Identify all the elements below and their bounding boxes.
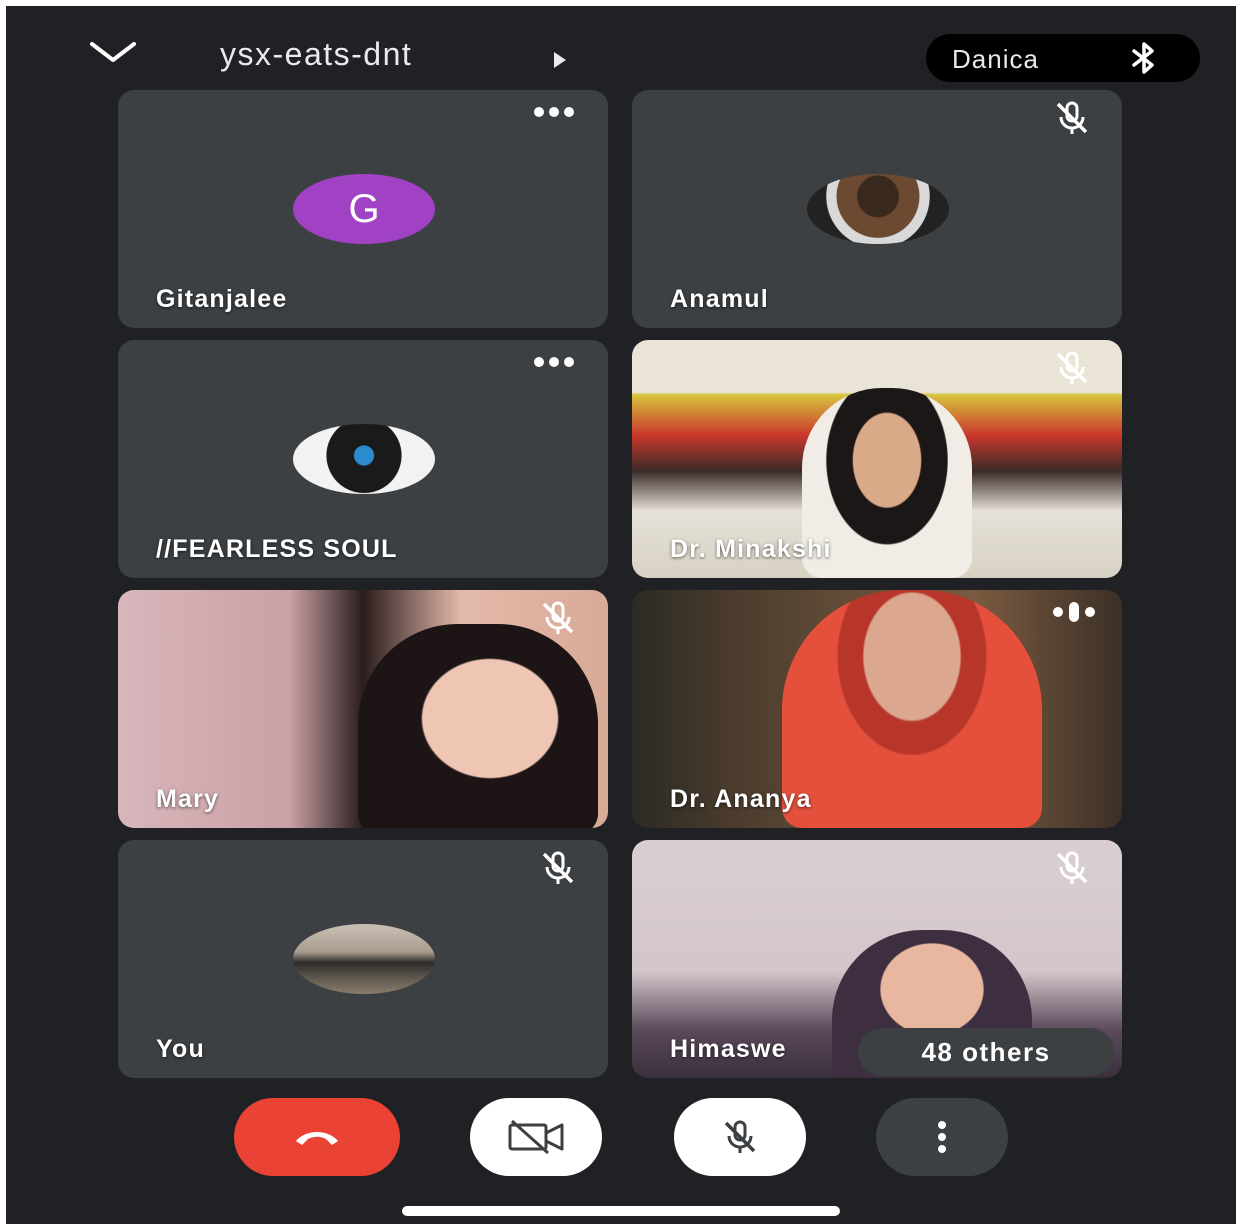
top-bar: ysx-eats-dnt Danica [6, 6, 1236, 90]
participant-name: Anamul [670, 285, 769, 313]
more-options-icon[interactable] [534, 354, 584, 370]
participant-tile-dr-ananya[interactable]: Dr. Ananya [632, 590, 1122, 828]
mic-off-icon [724, 1120, 756, 1153]
participant-name: Dr. Minakshi [670, 535, 832, 563]
meet-call-screen: ysx-eats-dnt Danica G Gitanjalee Anamul … [6, 6, 1236, 1224]
participant-name: Mary [156, 785, 220, 813]
avatar: G [293, 174, 435, 244]
avatar [293, 424, 435, 494]
mic-off-icon [1056, 351, 1088, 384]
more-options-icon[interactable] [534, 104, 584, 120]
mic-off-icon [542, 851, 574, 884]
mic-off-icon [1056, 101, 1088, 134]
participant-video [782, 590, 1042, 828]
participant-name: You [156, 1035, 205, 1063]
participant-tile-fearless-soul[interactable]: //FEARLESS SOUL [118, 340, 608, 578]
chevron-down-icon[interactable] [86, 34, 140, 70]
more-options-button[interactable] [876, 1098, 1008, 1176]
participant-name: //FEARLESS SOUL [156, 535, 398, 563]
participant-tile-dr-minakshi[interactable]: Dr. Minakshi [632, 340, 1122, 578]
participant-name: Dr. Ananya [670, 785, 812, 813]
more-vertical-icon [938, 1121, 946, 1153]
bluetooth-icon [1132, 42, 1154, 74]
participant-tile-you[interactable]: You [118, 840, 608, 1078]
participant-name: Gitanjalee [156, 285, 288, 313]
meeting-info-arrow-icon[interactable] [554, 52, 566, 68]
meeting-code[interactable]: ysx-eats-dnt [220, 36, 412, 73]
participant-tile-mary[interactable]: Mary [118, 590, 608, 828]
camera-toggle-button[interactable] [470, 1098, 602, 1176]
others-participants-button[interactable]: 48 others [858, 1028, 1114, 1076]
mic-off-icon [542, 601, 574, 634]
participant-tile-gitanjalee[interactable]: G Gitanjalee [118, 90, 608, 328]
home-indicator[interactable] [402, 1206, 840, 1216]
audio-device-button[interactable]: Danica [926, 34, 1200, 82]
mic-off-icon [1056, 851, 1088, 884]
speaking-indicator-icon [1053, 602, 1095, 622]
avatar [807, 174, 949, 244]
participant-video [358, 624, 598, 828]
end-call-button[interactable] [234, 1098, 400, 1176]
audio-device-label: Danica [952, 44, 1039, 74]
microphone-toggle-button[interactable] [674, 1098, 806, 1176]
phone-hangup-icon [296, 1132, 338, 1145]
participant-tile-anamul[interactable]: Anamul [632, 90, 1122, 328]
participant-name: Himaswe [670, 1035, 787, 1063]
avatar [293, 924, 435, 994]
camera-off-icon [508, 1119, 564, 1155]
